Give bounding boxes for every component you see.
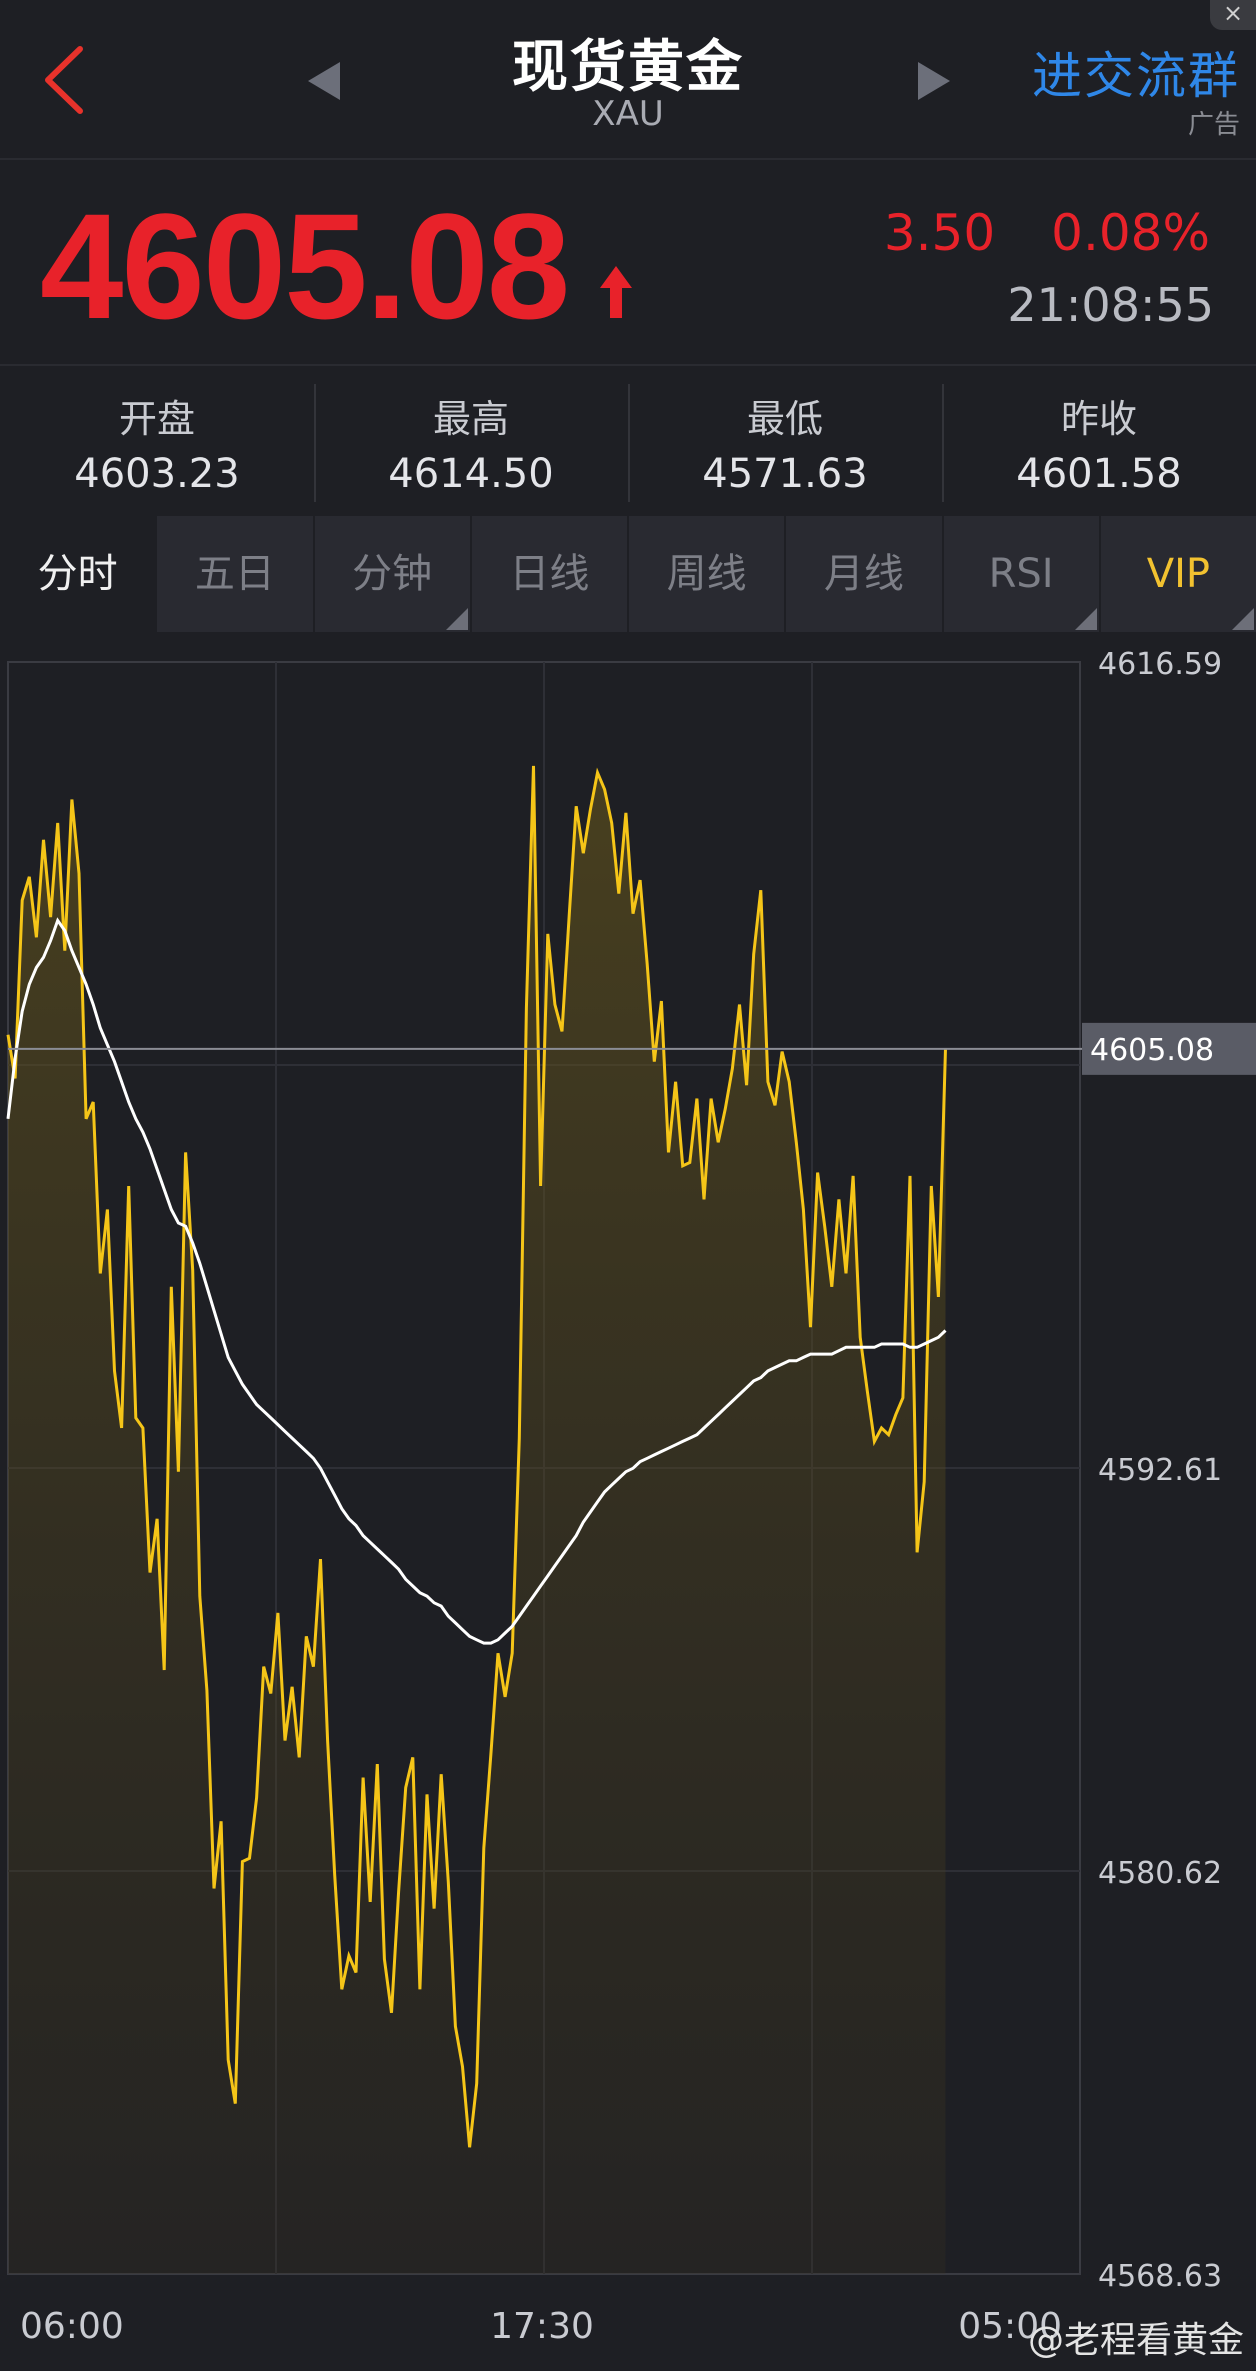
tab-label: RSI — [988, 551, 1054, 597]
quote-panel: 4605.08 3.50 0.08% 21:08:55 — [0, 160, 1256, 366]
x-tick-label: 06:00 — [20, 2306, 124, 2347]
stat-low: 最低 4571.63 — [628, 366, 942, 514]
up-arrow-icon — [600, 266, 632, 318]
dropdown-corner-icon — [1232, 608, 1254, 630]
change-percent: 0.08% — [1051, 204, 1210, 262]
next-symbol-button[interactable] — [914, 58, 954, 104]
watermark: @老程看黄金 — [1027, 2320, 1244, 2361]
tab-label: 周线 — [666, 551, 747, 597]
tab-intraday[interactable]: 分时 — [0, 516, 156, 632]
stat-value: 4601.58 — [1016, 451, 1182, 497]
triangle-right-icon — [918, 62, 950, 100]
tab-label: 日线 — [509, 551, 590, 597]
symbol-code: XAU — [592, 94, 664, 134]
tab-label: 月线 — [823, 551, 904, 597]
x-tick-label: 17:30 — [490, 2306, 594, 2347]
tab-five-day[interactable]: 五日 — [155, 516, 313, 632]
intraday-chart[interactable]: 4616.59 4592.61 4580.62 4568.63 06:00 17:30 0… — [0, 634, 1256, 2371]
close-ad-button[interactable]: × — [1210, 0, 1256, 30]
stat-value: 4614.50 — [388, 451, 554, 497]
tab-vip[interactable]: VIP — [1098, 516, 1256, 632]
stat-value: 4603.23 — [74, 451, 240, 497]
ad-label: 广告 — [1187, 110, 1240, 140]
back-button[interactable] — [30, 35, 100, 125]
tab-label: 分钟 — [352, 551, 433, 597]
stat-label: 最低 — [746, 397, 823, 441]
tab-monthly[interactable]: 月线 — [784, 516, 942, 632]
y-tick-label: 4616.59 — [1098, 647, 1222, 682]
y-tick-label: 4580.62 — [1098, 1856, 1222, 1891]
previous-symbol-button[interactable] — [304, 58, 344, 104]
header: 现货黄金 XAU 进交流群 广告 × — [0, 0, 1256, 160]
change-amount: 3.50 — [883, 204, 996, 262]
chart-period-tabs: 分时 五日 分钟 日线 周线 月线 RSI VIP — [0, 516, 1256, 632]
quote-time: 21:08:55 — [1007, 278, 1214, 332]
tab-daily[interactable]: 日线 — [469, 516, 627, 632]
current-price: 4605.08 — [40, 182, 570, 350]
stat-value: 4571.63 — [702, 451, 868, 497]
tab-label: VIP — [1146, 551, 1211, 597]
tab-label: 五日 — [194, 551, 275, 597]
stats-row: 开盘 4603.23 最高 4614.50 最低 4571.63 昨收 4601… — [0, 366, 1256, 514]
dropdown-corner-icon — [445, 608, 468, 630]
stat-prev-close: 昨收 4601.58 — [942, 366, 1256, 514]
stat-label: 昨收 — [1060, 397, 1137, 441]
price-change: 3.50 0.08% — [884, 204, 1210, 262]
stat-high: 最高 4614.50 — [314, 366, 628, 514]
tab-label: 分时 — [37, 551, 118, 597]
tab-weekly[interactable]: 周线 — [627, 516, 785, 632]
y-tick-label: 4568.63 — [1098, 2259, 1222, 2294]
back-arrow-icon — [45, 46, 83, 114]
join-group-ad-link[interactable]: 进交流群 — [1032, 36, 1240, 108]
y-axis-labels: 4616.59 4592.61 4580.62 4568.63 — [1098, 647, 1222, 2294]
dropdown-corner-icon — [1074, 608, 1097, 630]
tab-rsi[interactable]: RSI — [941, 516, 1099, 632]
stat-label: 开盘 — [118, 397, 195, 441]
app-root: 现货黄金 XAU 进交流群 广告 × 4605.08 3.50 0.08% 21:… — [0, 0, 1256, 2371]
stat-open: 开盘 4603.23 — [0, 366, 314, 514]
triangle-left-icon — [308, 62, 340, 100]
page-title: 现货黄金 — [512, 35, 744, 100]
tab-minute[interactable]: 分钟 — [312, 516, 470, 632]
stat-label: 最高 — [432, 397, 509, 441]
current-price-tag-text: 4605.08 — [1090, 1033, 1214, 1068]
x-axis-labels: 06:00 17:30 05:00 — [20, 2306, 1062, 2347]
chart-svg: 4616.594592.614580.624568.63 06:00 17:30 0… — [6, 647, 1256, 2347]
y-tick-label: 4592.61 — [1098, 1453, 1222, 1488]
